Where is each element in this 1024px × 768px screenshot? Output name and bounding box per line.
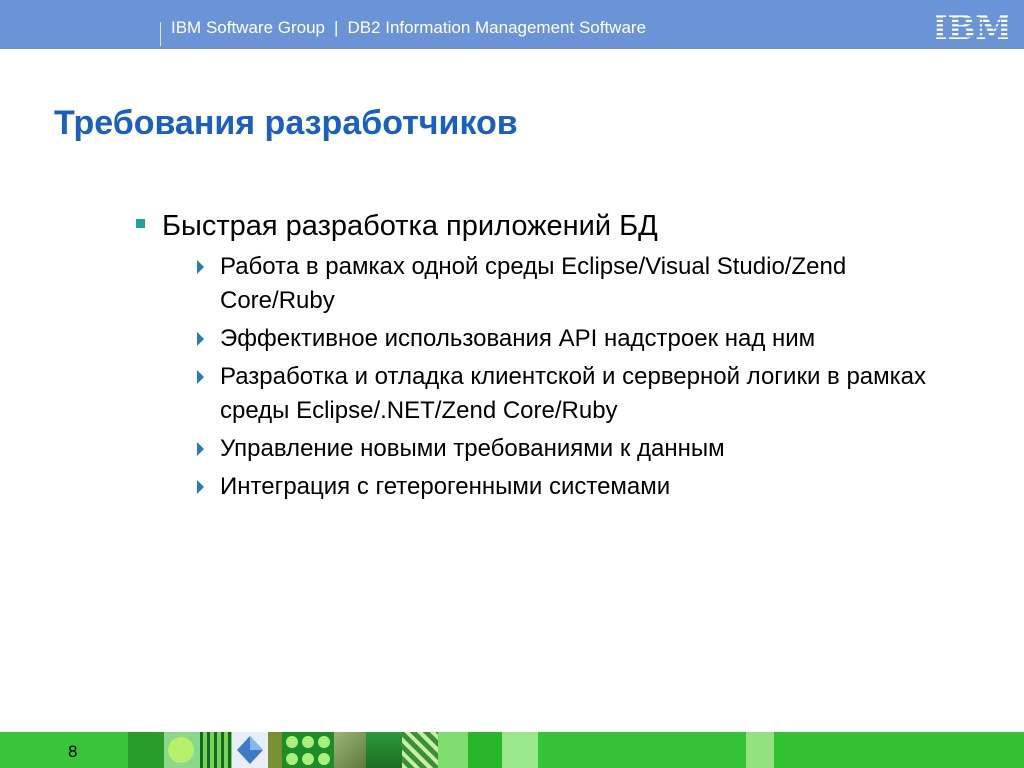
dots-grid-icon bbox=[282, 732, 334, 768]
footer-image-tile bbox=[0, 732, 128, 768]
triangle-bullet-icon bbox=[197, 442, 204, 456]
header-text: IBM Software Group | DB2 Information Manag… bbox=[171, 17, 646, 39]
footer-image-tile bbox=[268, 732, 282, 768]
sub-bullet-item: Разработка и отладка клиентской и сервер… bbox=[194, 360, 954, 428]
footer-image-tile bbox=[468, 732, 502, 768]
footer-image-tile bbox=[438, 732, 468, 768]
sub-bullet-list: Работа в рамках одной среды Eclipse/Visu… bbox=[194, 250, 954, 508]
header-separator: | bbox=[334, 18, 339, 37]
ibm-logo: IBM bbox=[936, 8, 1008, 42]
square-bullet-icon bbox=[136, 219, 145, 228]
svg-text:IBM: IBM bbox=[936, 8, 1008, 42]
header-group-label: IBM Software Group bbox=[171, 18, 326, 37]
footer-image-tile bbox=[128, 732, 164, 768]
sub-bullet-text: Разработка и отладка клиентской и сервер… bbox=[220, 363, 927, 424]
footer-image-tile bbox=[502, 732, 538, 768]
sub-bullet-text: Эффективное использования API надстроек … bbox=[220, 325, 816, 352]
footer-image-tile bbox=[538, 732, 746, 768]
sub-bullet-text: Управление новыми требованиями к данным bbox=[220, 435, 725, 462]
main-bullet-text: Быстрая разработка приложений БД bbox=[162, 210, 658, 242]
header-product-label: DB2 Information Management Software bbox=[347, 18, 647, 37]
sub-bullet-item: Интеграция с гетерогенными системами bbox=[194, 470, 954, 504]
sub-bullet-item: Управление новыми требованиями к данным bbox=[194, 432, 954, 466]
circle-icon bbox=[168, 737, 194, 763]
header-divider bbox=[160, 22, 161, 46]
footer-photo-tile bbox=[334, 732, 366, 768]
triangle-bullet-icon bbox=[197, 370, 204, 384]
sub-bullet-text: Работа в рамках одной среды Eclipse/Visu… bbox=[220, 253, 847, 314]
footer-image-tile bbox=[746, 732, 774, 768]
sub-bullet-item: Эффективное использования API надстроек … bbox=[194, 322, 954, 356]
triangle-bullet-icon bbox=[197, 332, 204, 346]
triangle-bullet-icon bbox=[197, 260, 204, 274]
footer-photo-tile bbox=[366, 732, 402, 768]
footer-leaf-tile bbox=[402, 732, 438, 768]
diamond-icon bbox=[237, 736, 263, 764]
footer-image-tile bbox=[774, 732, 1024, 768]
sub-bullet-text: Интеграция с гетерогенными системами bbox=[220, 473, 671, 500]
page-number: 8 bbox=[68, 742, 78, 761]
sub-bullet-item: Работа в рамках одной среды Eclipse/Visu… bbox=[194, 250, 954, 318]
slide-title: Требования разработчиков bbox=[54, 104, 518, 142]
triangle-bullet-icon bbox=[197, 480, 204, 494]
footer-stripes-tile bbox=[200, 732, 232, 768]
